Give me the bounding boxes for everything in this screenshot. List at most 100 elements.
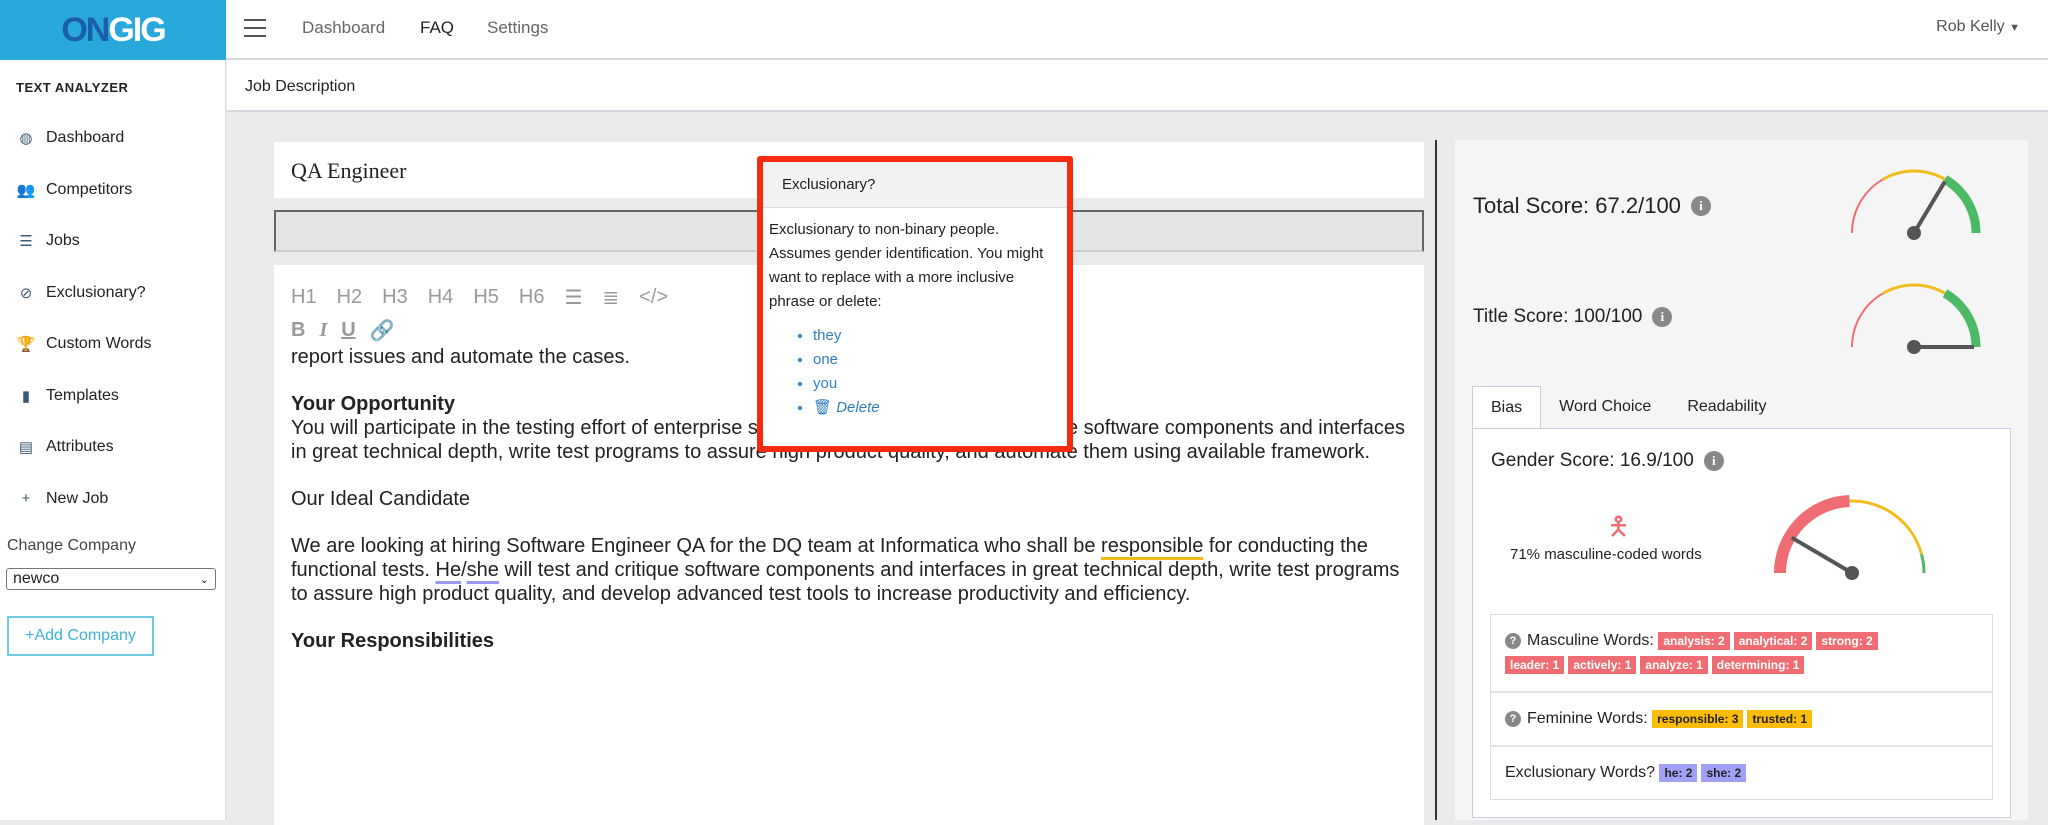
info-icon[interactable]: i [1652, 307, 1673, 327]
gauge-hub [1907, 226, 1921, 240]
word-badge[interactable]: actively: 1 [1568, 656, 1637, 674]
sidebar: TEXT ANALYZER ◍ Dashboard 👥 Competitors ☰ Job… [0, 60, 226, 820]
h6-button[interactable]: H6 [519, 286, 545, 309]
analysis-tabs: Bias Word Choice Readability [1472, 386, 1784, 429]
add-company-button[interactable]: +Add Company [7, 616, 154, 656]
sidebar-item-label: Competitors [46, 180, 133, 198]
nav-settings[interactable]: Settings [487, 18, 548, 38]
gauge-segment [1920, 553, 1926, 574]
info-icon[interactable]: i [1703, 451, 1724, 471]
users-icon: 👥 [16, 181, 36, 199]
help-icon[interactable]: ? [1505, 633, 1521, 649]
feminine-words-row: ? Feminine Words: responsible: 3 trusted: … [1491, 693, 1992, 747]
gauge-segment [1774, 495, 1850, 574]
gauge-needle [1912, 180, 1947, 235]
code-icon[interactable]: </> [639, 286, 668, 309]
user-menu[interactable]: Rob Kelly ▼ [1936, 18, 2020, 36]
trophy-icon: 🏆 [16, 336, 36, 353]
ongig-logo[interactable]: ON GIG [0, 0, 226, 60]
word-badge[interactable]: she: 2 [1701, 764, 1747, 782]
sidebar-item-templates[interactable]: ▮ Templates [16, 384, 119, 408]
tab-bias[interactable]: Bias [1472, 386, 1542, 429]
total-score-gauge [1851, 169, 1981, 240]
flagged-word-she[interactable]: she [467, 559, 499, 581]
sidebar-item-attributes[interactable]: ▤ Attributes [16, 435, 114, 459]
sidebar-item-exclusionary[interactable]: ⊘ Exclusionary? [16, 281, 146, 305]
total-score: Total Score: 67.2/100 i [1473, 193, 1711, 219]
bold-icon[interactable]: B [291, 319, 305, 342]
link-icon[interactable]: 🔗 [370, 318, 395, 343]
file-icon: ▮ [21, 387, 31, 405]
server-icon: ▤ [18, 439, 34, 456]
chevron-down-icon: ⌄ [199, 573, 209, 586]
exclusionary-popover: Exclusionary? Exclusionary to non-binary… [757, 156, 1073, 452]
sidebar-item-competitors[interactable]: 👥 Competitors [16, 178, 133, 202]
gauge-hub [1907, 340, 1921, 354]
word-lists: ? Masculine Words: analysis: 2 analytical:… [1490, 614, 1993, 800]
title-score-gauge [1851, 283, 1981, 354]
delete-suggestion[interactable]: 🗑 Delete [813, 396, 1061, 420]
sidebar-title: TEXT ANALYZER [16, 80, 129, 95]
popover-body: Exclusionary to non-binary people. Assum… [769, 221, 1044, 310]
gauge-segment [1882, 169, 1946, 181]
company-select[interactable]: newco ⌄ [6, 568, 216, 590]
word-badge[interactable]: analyze: 1 [1640, 656, 1708, 674]
sidebar-item-custom-words[interactable]: 🏆 Custom Words [16, 332, 152, 356]
bullet-list-icon[interactable]: ☰ [564, 285, 582, 310]
word-badge[interactable]: strong: 2 [1816, 632, 1878, 650]
panel-divider[interactable] [1435, 140, 1437, 820]
gauge-segment [1942, 175, 1981, 234]
word-badge[interactable]: determining: 1 [1711, 656, 1805, 674]
gauge-segment [1851, 292, 1884, 348]
change-company-label: Change Company [7, 537, 136, 554]
h1-button[interactable]: H1 [291, 286, 317, 309]
tab-readability[interactable]: Readability [1669, 386, 1784, 429]
word-badge[interactable]: responsible: 3 [1652, 710, 1744, 728]
suggestion-they[interactable]: they [813, 324, 1061, 348]
numbered-list-icon[interactable]: ≣ [602, 285, 619, 310]
sidebar-item-label: Custom Words [46, 335, 152, 352]
underline-icon[interactable]: U [341, 319, 355, 342]
suggestion-you[interactable]: you [813, 372, 1061, 396]
sidebar-item-label: Attributes [46, 438, 114, 455]
sidebar-item-label: Jobs [46, 232, 80, 249]
masculine-words-row: ? Masculine Words: analysis: 2 analytical:… [1491, 615, 1992, 693]
word-badge[interactable]: analysis: 2 [1658, 632, 1730, 650]
hamburger-menu-icon[interactable] [244, 19, 266, 37]
nav-faq[interactable]: FAQ [420, 18, 454, 38]
sidebar-item-jobs[interactable]: ☰ Jobs [16, 229, 80, 253]
sidebar-item-new-job[interactable]: + New Job [16, 487, 109, 511]
suggestion-one[interactable]: one [813, 348, 1061, 372]
page-title: Job Description [227, 60, 2048, 112]
title-score: Title Score: 100/100 i [1473, 306, 1673, 328]
h2-button[interactable]: H2 [337, 286, 363, 309]
gauge-segment [1851, 178, 1884, 234]
gender-score-gauge [1774, 495, 1926, 580]
italic-icon[interactable]: I [319, 319, 327, 342]
h3-button[interactable]: H3 [382, 286, 408, 309]
h4-button[interactable]: H4 [428, 286, 454, 309]
tab-word-choice[interactable]: Word Choice [1541, 386, 1669, 429]
sidebar-item-label: New Job [46, 489, 109, 507]
word-badge[interactable]: he: 2 [1659, 764, 1698, 782]
gauge-hub [1845, 566, 1859, 580]
flagged-word-responsible[interactable]: responsible [1101, 535, 1203, 557]
popover-title: Exclusionary? [763, 162, 1067, 208]
sidebar-item-label: Templates [46, 386, 119, 404]
word-badge[interactable]: trusted: 1 [1747, 710, 1813, 728]
flagged-word-he[interactable]: He [436, 559, 462, 581]
help-icon[interactable]: ? [1505, 711, 1521, 727]
info-icon[interactable]: i [1690, 196, 1711, 216]
word-badge[interactable]: leader: 1 [1505, 656, 1565, 674]
gauge-needle [1790, 535, 1854, 575]
sidebar-item-label: Dashboard [46, 129, 125, 146]
heading-responsibilities: Your Responsibilities [291, 630, 494, 652]
trash-icon: 🗑 [813, 399, 833, 416]
sidebar-item-label: Exclusionary? [46, 283, 146, 301]
gender-score: Gender Score: 16.9/100 i [1491, 450, 1724, 472]
h5-button[interactable]: H5 [473, 286, 499, 309]
word-badge[interactable]: analytical: 2 [1733, 632, 1813, 650]
nav-dashboard[interactable]: Dashboard [302, 18, 385, 38]
caret-down-icon: ▼ [2009, 22, 2020, 34]
sidebar-item-dashboard[interactable]: ◍ Dashboard [16, 126, 124, 150]
